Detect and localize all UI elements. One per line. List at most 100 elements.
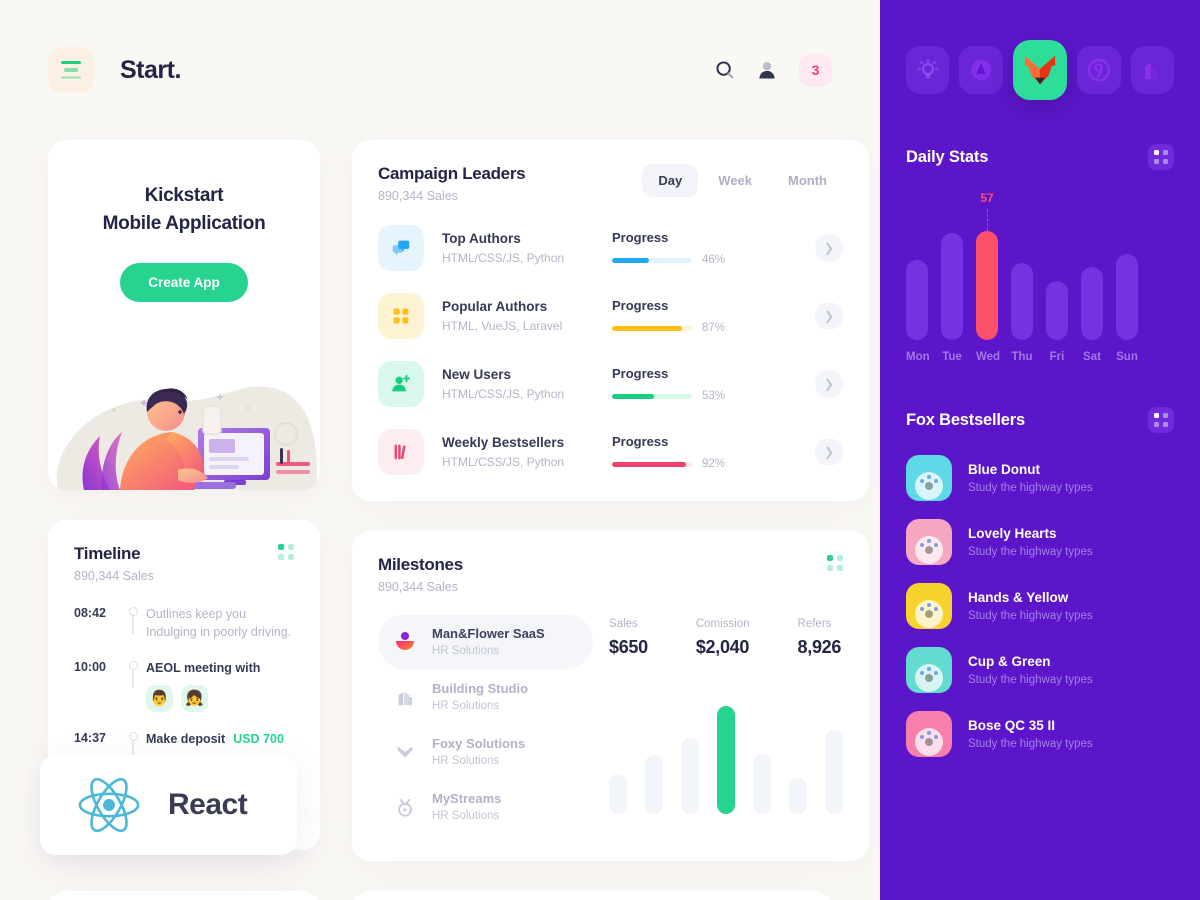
bestseller-item[interactable]: Cup & Green Study the highway types (906, 647, 1174, 693)
milestone-item[interactable]: MyStreams HR Solutions (378, 779, 593, 834)
stat-block: Refers 8,926 (798, 618, 842, 658)
app-lightbulb-icon[interactable] (906, 46, 950, 94)
building-icon (398, 691, 412, 705)
product-photo (915, 536, 943, 564)
campaign-title: Campaign Leaders (378, 164, 526, 183)
flower-logo-icon (396, 631, 414, 650)
dot (1154, 422, 1159, 427)
daily-stats-bar (906, 259, 928, 340)
timeline-body: AEOL meeting with 👨 👧 (146, 659, 294, 713)
bestseller-item[interactable]: Hands & Yellow Study the highway types (906, 583, 1174, 629)
daily-stats-bar (1116, 253, 1138, 340)
timeline-marker (120, 605, 146, 634)
create-app-button[interactable]: Create App (120, 263, 248, 303)
timeline-item[interactable]: 10:00 AEOL meeting with 👨 👧 (74, 659, 294, 730)
app-nine-circle-icon[interactable] (1077, 46, 1121, 94)
stat-block: Sales $650 (609, 618, 648, 658)
milestone-item[interactable]: Foxy Solutions HR Solutions (378, 724, 593, 779)
notification-badge[interactable]: 3 (799, 53, 832, 87)
milestones-list: Man&Flower SaaS HR Solutions Building Stud… (378, 614, 593, 834)
daily-stats-axis-labels: Mon Tue Wed Thu Fri Sat Sun (906, 351, 1174, 363)
progress-track (612, 257, 692, 263)
timeline-header: Timeline 890,344 Sales (74, 544, 294, 583)
milestone-chart-bar (717, 706, 735, 814)
dot (1154, 150, 1159, 155)
bestseller-item[interactable]: Blue Donut Study the highway types (906, 455, 1174, 501)
peek-card-left (48, 891, 320, 900)
campaign-row-progress: Progress 87% (612, 298, 762, 334)
chevron-right-icon[interactable]: ❯ (815, 370, 843, 398)
campaign-row[interactable]: Weekly Bestsellers HTML/CSS/JS, Python Pro… (378, 429, 843, 475)
left-column: Kickstart Mobile Application Create App (48, 140, 320, 861)
grid-dots-icon[interactable] (827, 555, 843, 571)
grid-dots-icon[interactable] (1148, 144, 1174, 170)
app-fox-logo-icon[interactable] (1012, 40, 1068, 100)
building-icon (1145, 63, 1159, 79)
chevron-right-icon[interactable]: ❯ (815, 438, 843, 466)
campaign-subtitle: 890,344 Sales (378, 189, 458, 203)
campaign-tab-day[interactable]: Day (642, 164, 699, 197)
fox-chevron-icon (397, 746, 413, 757)
react-atom-icon (78, 777, 140, 833)
milestone-name: Building Studio (432, 681, 529, 696)
milestone-item[interactable]: Man&Flower SaaS HR Solutions (378, 614, 593, 669)
daily-stats-header: Daily Stats (906, 144, 1174, 170)
campaign-row-name: Weekly Bestsellers (442, 435, 565, 450)
grid-dots-icon[interactable] (1148, 407, 1174, 433)
grid-squares-icon (393, 308, 409, 324)
search-icon[interactable] (715, 60, 735, 80)
milestone-chart-bar (753, 754, 771, 814)
kickstart-card: Kickstart Mobile Application Create App (48, 140, 320, 490)
daily-stats-bar (941, 232, 963, 340)
daily-stats-bar (1046, 280, 1068, 340)
bestsellers-title: Fox Bestsellers (906, 410, 1025, 429)
bestseller-thumbnail (906, 583, 952, 629)
kickstart-heading: Kickstart Mobile Application (68, 182, 300, 237)
daily-stats-day-label: Wed (976, 351, 1001, 363)
chevron-right-icon[interactable]: ❯ (815, 302, 843, 330)
app-shield-arrow-icon[interactable] (959, 46, 1003, 94)
daily-stats-column (906, 200, 928, 340)
timeline-body: Outlines keep you Indulging in poorly dr… (146, 605, 294, 641)
bestsellers-header: Fox Bestsellers (906, 407, 1174, 433)
daily-stats-column (941, 200, 963, 340)
timeline-dot (128, 732, 138, 742)
daily-stats-column: 57 (976, 191, 998, 340)
daily-stats-column (1046, 200, 1068, 340)
bestseller-name: Lovely Hearts (968, 526, 1057, 541)
grid-dots-icon[interactable] (278, 544, 294, 560)
campaign-row[interactable]: Top Authors HTML/CSS/JS, Python Progress 46… (378, 225, 843, 271)
campaign-row-progress: Progress 92% (612, 434, 762, 470)
user-icon[interactable] (757, 60, 777, 80)
timeline-item[interactable]: 08:42 Outlines keep you Indulging in poor… (74, 605, 294, 659)
daily-stats-value-label: 57 (980, 190, 994, 205)
timeline-amount: USD 700 (233, 732, 284, 747)
daily-stats-column (1011, 200, 1033, 340)
campaign-row[interactable]: New Users HTML/CSS/JS, Python Progress 53% ❯ (378, 361, 843, 407)
dot (827, 565, 833, 571)
chevron-right-icon[interactable]: ❯ (815, 234, 843, 262)
bestseller-item[interactable]: Bose QC 35 II Study the highway types (906, 711, 1174, 757)
bestseller-item[interactable]: Lovely Hearts Study the highway types (906, 519, 1174, 565)
kickstart-line1: Kickstart (144, 185, 224, 206)
campaign-row-name: New Users (442, 367, 512, 382)
campaign-row-progress: Progress 53% (612, 366, 762, 402)
daily-stats-title: Daily Stats (906, 147, 989, 166)
progress-percent: 46% (702, 254, 726, 266)
campaign-tab-month[interactable]: Month (772, 164, 843, 197)
campaign-tab-week[interactable]: Week (702, 164, 768, 197)
milestone-item[interactable]: Building Studio HR Solutions (378, 669, 593, 724)
timeline-time: 14:37 (74, 731, 106, 746)
cards-grid-top: Kickstart Mobile Application Create App (0, 140, 880, 861)
app-building-icon[interactable] (1130, 46, 1174, 94)
timeline-dot (128, 661, 138, 671)
bestseller-thumbnail (906, 647, 952, 693)
milestones-bar-chart (609, 694, 843, 814)
bestseller-sub: Study the highway types (968, 738, 1093, 750)
timeline-text: Make deposit (146, 732, 226, 747)
campaign-row[interactable]: Popular Authors HTML, VueJS, Laravel Progr… (378, 293, 843, 339)
react-floating-card[interactable]: React (40, 755, 297, 855)
progress-percent: 87% (702, 322, 726, 334)
milestone-chart-bar (825, 730, 843, 814)
hamburger-icon[interactable] (48, 47, 94, 93)
